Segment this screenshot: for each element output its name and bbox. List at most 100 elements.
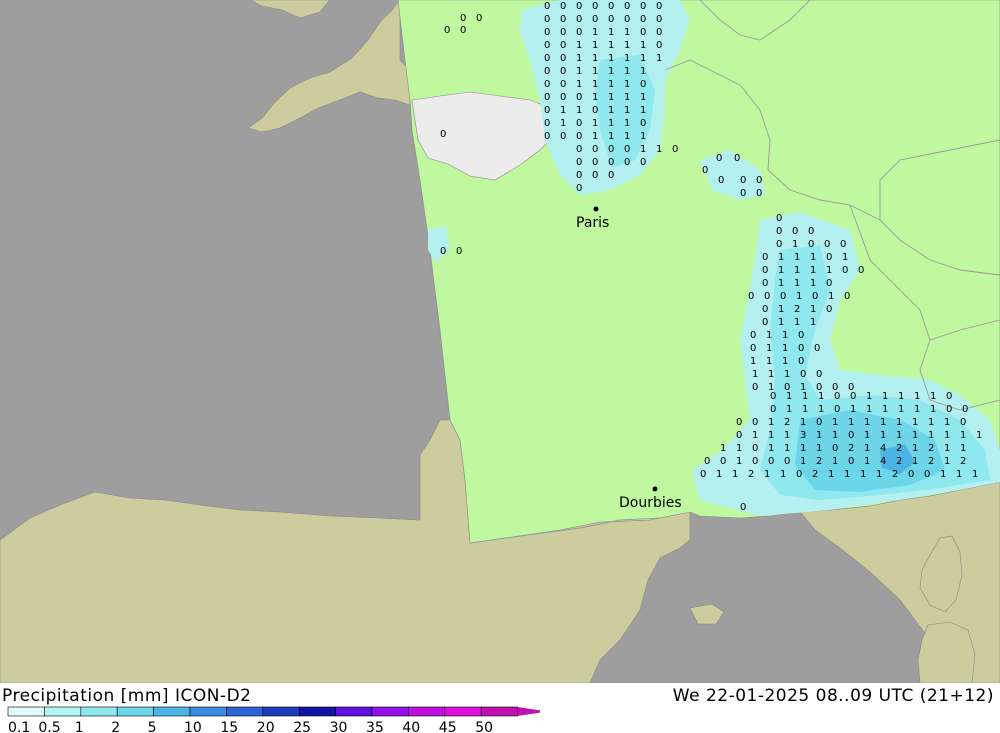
grid-value: 0 <box>700 469 706 480</box>
grid-value: 0 <box>752 443 758 454</box>
grid-value: 0 <box>544 92 550 103</box>
grid-value: 0 <box>736 417 742 428</box>
grid-value: 1 <box>816 443 822 454</box>
grid-value: 0 <box>734 153 740 164</box>
grid-value: 0 <box>770 391 776 402</box>
grid-value: 1 <box>576 66 582 77</box>
grid-value: 0 <box>576 183 582 194</box>
grid-value: 0 <box>560 27 566 38</box>
grid-value: 1 <box>794 317 800 328</box>
grid-value: 1 <box>930 391 936 402</box>
grid-value: 0 <box>792 226 798 237</box>
grid-value: 1 <box>818 404 824 415</box>
grid-value: 0 <box>762 265 768 276</box>
grid-value: 0 <box>756 188 762 199</box>
grid-value: 1 <box>640 131 646 142</box>
grid-value: 0 <box>800 369 806 380</box>
grid-value: 1 <box>828 291 834 302</box>
legend-swatch <box>262 706 300 717</box>
grid-value: 1 <box>778 304 784 315</box>
grid-value: 0 <box>560 40 566 51</box>
grid-value: 0 <box>736 430 742 441</box>
grid-value: 0 <box>946 404 952 415</box>
grid-value: 1 <box>810 278 816 289</box>
grid-value: 1 <box>592 92 598 103</box>
grid-value: 1 <box>848 417 854 428</box>
grid-value: 0 <box>776 213 782 224</box>
grid-value: 0 <box>592 144 598 155</box>
grid-value: 1 <box>898 404 904 415</box>
grid-value: 1 <box>624 131 630 142</box>
grid-value: 1 <box>832 417 838 428</box>
grid-value: 0 <box>768 456 774 467</box>
legend-swatch <box>80 706 118 717</box>
grid-value: 2 <box>784 417 790 428</box>
grid-value: 1 <box>784 430 790 441</box>
grid-value: 0 <box>444 25 450 36</box>
city-label: Paris <box>576 215 609 231</box>
grid-value: 0 <box>592 157 598 168</box>
grid-value: 1 <box>768 369 774 380</box>
grid-value: 1 <box>810 265 816 276</box>
grid-value: 1 <box>896 430 902 441</box>
grid-value: 0 <box>592 105 598 116</box>
grid-value: 1 <box>944 456 950 467</box>
grid-value: 1 <box>914 404 920 415</box>
grid-value: 0 <box>814 343 820 354</box>
legend-swatch <box>189 706 227 717</box>
grid-value: 1 <box>640 92 646 103</box>
grid-value: 0 <box>476 13 482 24</box>
grid-value: 4 <box>880 456 886 467</box>
grid-value: 0 <box>740 175 746 186</box>
grid-value: 0 <box>608 14 614 25</box>
grid-value: 1 <box>624 79 630 90</box>
legend-tick: 35 <box>366 720 384 733</box>
grid-value: 0 <box>848 456 854 467</box>
grid-value: 1 <box>930 404 936 415</box>
grid-value: 1 <box>764 469 770 480</box>
grid-value: 1 <box>624 105 630 116</box>
grid-value: 1 <box>864 443 870 454</box>
grid-value: 1 <box>592 27 598 38</box>
grid-value: 0 <box>798 343 804 354</box>
grid-value: 0 <box>672 144 678 155</box>
precipitation-map: Paris Dourbies 0000000000000000000111000… <box>0 0 1000 683</box>
grid-value: 1 <box>624 66 630 77</box>
grid-value: 1 <box>608 131 614 142</box>
legend-swatch <box>153 706 191 717</box>
grid-value: 0 <box>702 165 708 176</box>
grid-value: 0 <box>624 1 630 12</box>
grid-value: 1 <box>608 40 614 51</box>
legend-swatch <box>44 706 82 717</box>
grid-value: 0 <box>460 25 466 36</box>
grid-value: 0 <box>840 239 846 250</box>
grid-value: 0 <box>750 343 756 354</box>
grid-value: 2 <box>960 456 966 467</box>
grid-value: 1 <box>912 456 918 467</box>
grid-value: 0 <box>592 1 598 12</box>
grid-value: 1 <box>768 443 774 454</box>
grid-value: 0 <box>962 404 968 415</box>
grid-value: 1 <box>624 118 630 129</box>
grid-value: 1 <box>640 53 646 64</box>
grid-value: 1 <box>802 391 808 402</box>
legend-tick: 25 <box>293 720 311 733</box>
map-canvas: Paris Dourbies 0 0 0 0 0 0 0 00 0 0 0 0 0 0 00 0 0 1 1 1 0 00… <box>0 0 1000 683</box>
grid-value: 0 <box>832 443 838 454</box>
grid-value: 0 <box>842 265 848 276</box>
city-label: Dourbies <box>619 495 682 511</box>
grid-value: 1 <box>928 430 934 441</box>
grid-value: 2 <box>892 469 898 480</box>
legend-swatch <box>298 706 336 717</box>
grid-value: 1 <box>750 356 756 367</box>
grid-value: 1 <box>778 252 784 263</box>
grid-value: 2 <box>896 456 902 467</box>
grid-value: 0 <box>812 291 818 302</box>
grid-value: 1 <box>608 66 614 77</box>
legend-tick: 0.1 <box>8 720 30 733</box>
grid-value: 1 <box>816 430 822 441</box>
grid-value: 0 <box>560 53 566 64</box>
grid-value: 1 <box>864 417 870 428</box>
grid-value: 0 <box>592 170 598 181</box>
grid-value: 0 <box>816 417 822 428</box>
